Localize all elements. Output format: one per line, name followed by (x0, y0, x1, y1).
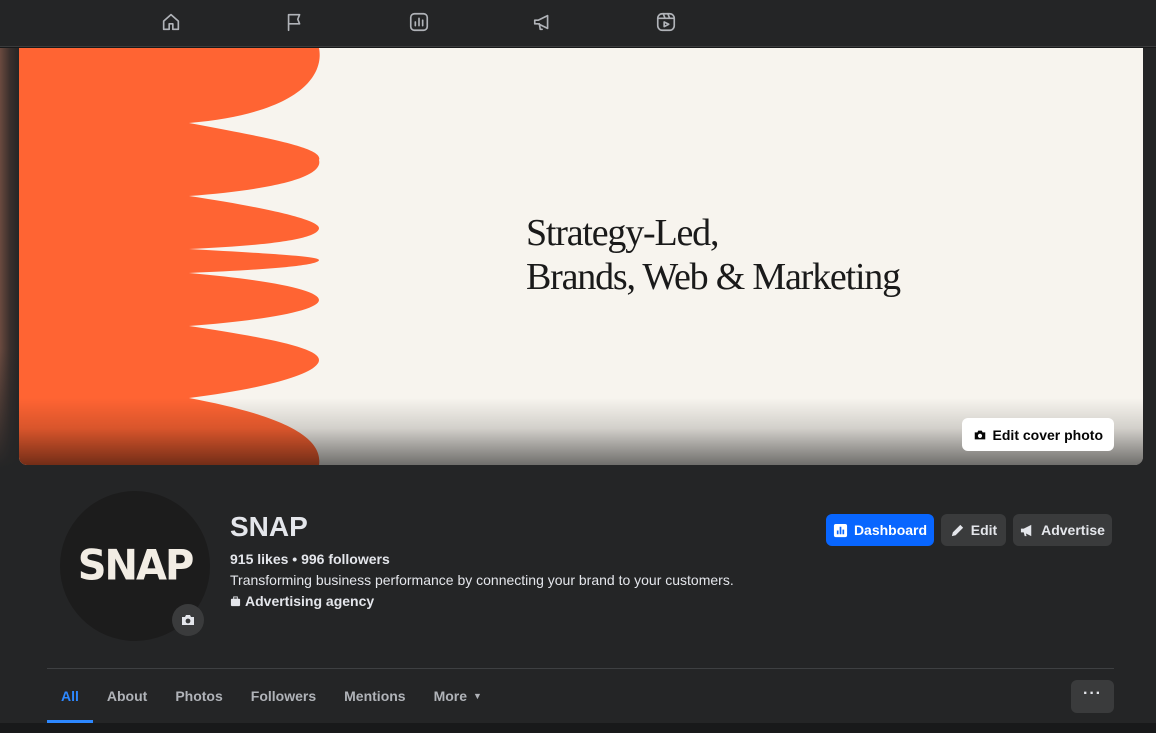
reels-icon[interactable] (654, 10, 678, 34)
tab-all[interactable]: All (47, 669, 93, 723)
pencil-icon (951, 524, 963, 536)
likes-followers-count[interactable]: 915 likes • 996 followers (230, 551, 390, 567)
tab-more[interactable]: More ▼ (420, 669, 496, 723)
edit-label: Edit (970, 522, 998, 538)
edit-button[interactable]: Edit (941, 514, 1006, 546)
tab-followers[interactable]: Followers (237, 669, 330, 723)
flag-icon[interactable] (283, 10, 307, 34)
edit-cover-photo-label: Edit cover photo (992, 426, 1103, 443)
home-icon[interactable] (159, 10, 183, 34)
page-category: Advertising agency (230, 593, 374, 609)
more-options-button[interactable]: ··· (1071, 680, 1114, 713)
cover-headline-line1: Strategy-Led, (526, 212, 719, 254)
cover-headline-line2: Brands, Web & Marketing (526, 256, 901, 298)
cover-photo: Strategy-Led, Brands, Web & Marketing Ed… (19, 48, 1143, 465)
tab-followers-label: Followers (250, 688, 317, 704)
megaphone-icon (1021, 524, 1032, 536)
briefcase-icon (230, 595, 241, 606)
dashboard-button[interactable]: Dashboard (826, 514, 934, 546)
ellipsis-icon: ··· (1083, 684, 1102, 702)
tab-about[interactable]: About (93, 669, 161, 723)
megaphone-icon[interactable] (531, 10, 555, 34)
dashboard-label: Dashboard (853, 522, 928, 538)
page-tabs: All About Photos Followers Mentions More… (47, 669, 496, 723)
bottom-strip (0, 723, 1156, 733)
avatar-logo-text: SNAP (77, 541, 195, 591)
caret-down-icon: ▼ (473, 691, 482, 701)
edit-cover-photo-button[interactable]: Edit cover photo (961, 418, 1114, 451)
camera-icon (182, 615, 194, 625)
top-navigation-bar (0, 0, 1156, 47)
advertise-button[interactable]: Advertise (1013, 514, 1112, 546)
tab-more-label: More (433, 688, 468, 704)
tab-all-label: All (61, 688, 79, 704)
page-name: SNAP (230, 511, 308, 542)
page-bio: Transforming business performance by con… (230, 572, 734, 588)
tab-photos[interactable]: Photos (161, 669, 236, 723)
cover-headline: Strategy-Led, Brands, Web & Marketing (526, 211, 901, 299)
tab-about-label: About (106, 688, 148, 704)
camera-icon (974, 430, 985, 439)
advertise-label: Advertise (1041, 522, 1105, 538)
tab-mentions-label: Mentions (344, 688, 406, 704)
page-category-label: Advertising agency (245, 593, 375, 609)
insights-icon[interactable] (407, 10, 431, 34)
update-profile-picture-button[interactable] (172, 604, 204, 636)
tab-photos-label: Photos (175, 688, 223, 704)
dashboard-icon (833, 523, 847, 537)
tab-mentions[interactable]: Mentions (330, 669, 419, 723)
